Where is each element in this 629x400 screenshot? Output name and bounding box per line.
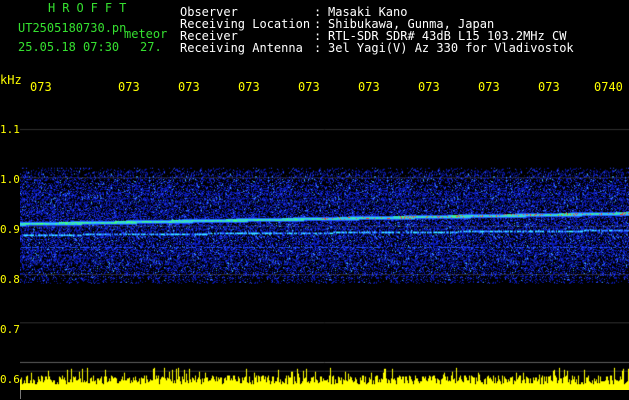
separator: : xyxy=(314,41,322,55)
hrofft-window: HROFFT UT2505180730.pn meteor 25.05.18 0… xyxy=(0,0,629,400)
time-tick-label: 073 xyxy=(298,80,320,94)
event-tag: meteor xyxy=(124,27,168,41)
frequency-tick-label: 0.6 xyxy=(0,373,20,386)
frequency-tick-label: 1.1 xyxy=(0,123,20,136)
time-tick-label: 0740 xyxy=(594,80,623,94)
antenna-value: 3el Yagi(V) Az 330 for Vladivostok xyxy=(328,41,574,55)
time-tick-label: 073 xyxy=(178,80,200,94)
time-tick-label: 073 xyxy=(478,80,500,94)
capture-datetime: 25.05.18 07:30 xyxy=(18,40,120,54)
time-tick-label: 073 xyxy=(238,80,260,94)
time-tick-label: 073 xyxy=(358,80,380,94)
frequency-unit-label: kHz xyxy=(0,73,22,87)
frequency-tick-label: 1.0 xyxy=(0,173,20,186)
file-name: UT2505180730.pn xyxy=(18,21,127,35)
frequency-tick-label: 0.7 xyxy=(0,323,20,336)
frequency-tick-label: 0.8 xyxy=(0,273,20,286)
time-tick-label: 073 xyxy=(418,80,440,94)
app-title: HROFFT xyxy=(48,1,134,15)
antenna-label: Receiving Antenna xyxy=(180,41,303,55)
time-tick-label: 073 xyxy=(538,80,560,94)
detection-count: 27. xyxy=(140,40,162,54)
spectrogram-canvas xyxy=(20,100,629,390)
frequency-tick-label: 0.9 xyxy=(0,223,20,236)
time-tick-label: 073 xyxy=(118,80,140,94)
time-tick-label: 073 xyxy=(30,80,52,94)
